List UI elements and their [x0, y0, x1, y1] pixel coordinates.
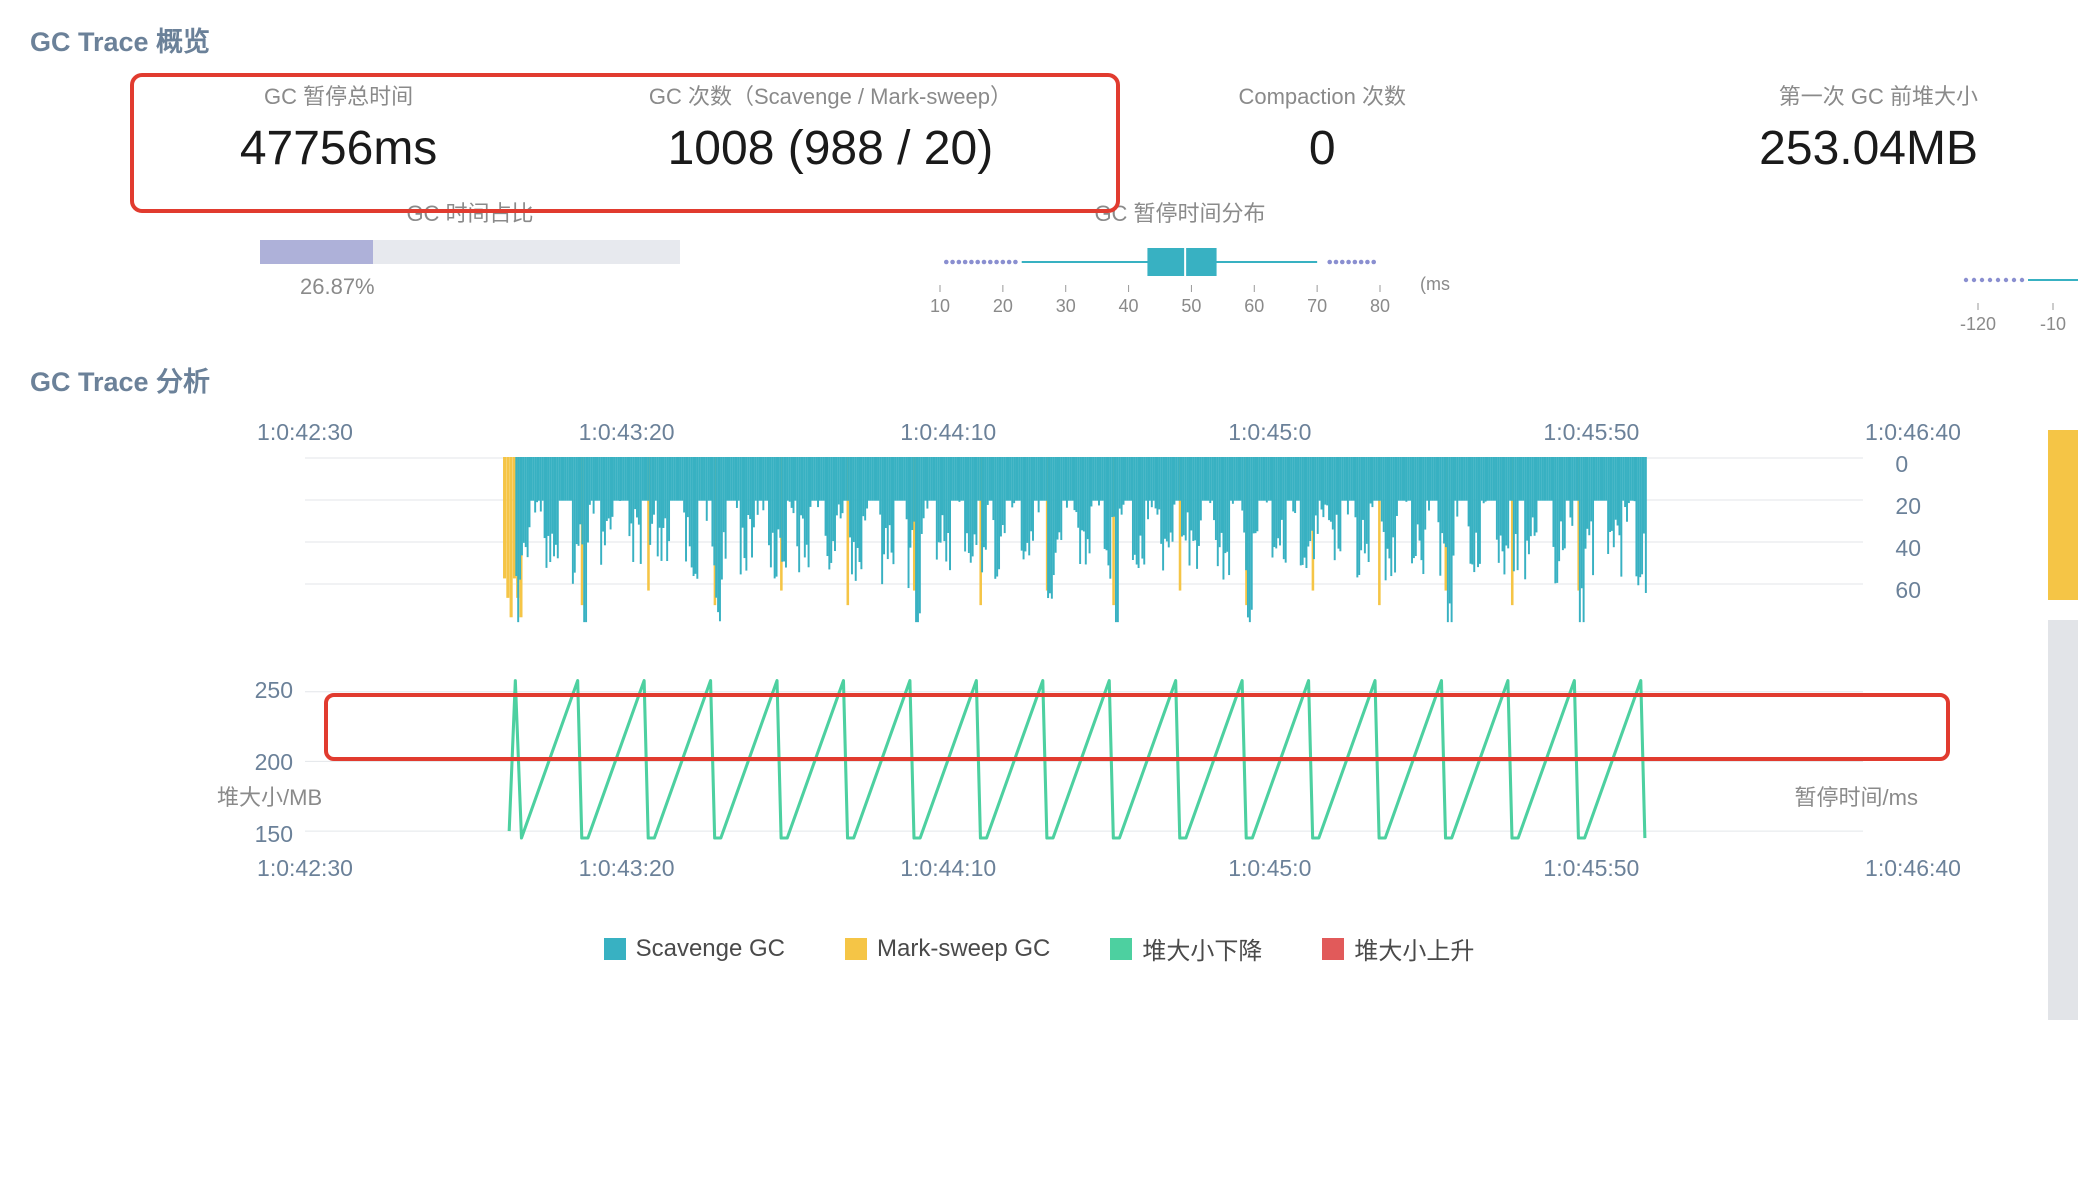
- legend-label: 堆大小下降: [1142, 931, 1262, 966]
- analysis-area: 1:0:42:30 1:0:43:20 1:0:44:10 1:0:45:0 1:0:4…: [0, 409, 2078, 966]
- pause-chart-svg: [305, 457, 1863, 627]
- legend-item-scavenge: Scavenge GC: [604, 931, 785, 966]
- progress-fill: [260, 240, 373, 264]
- metric-value: 253.04MB: [1541, 121, 1978, 176]
- legend-label: Mark-sweep GC: [877, 935, 1050, 963]
- chart-legend: Scavenge GC Mark-sweep GC 堆大小下降 堆大小上升: [155, 931, 1923, 966]
- timeline-axis-bottom: 1:0:42:301:0:43:201:0:44:101:0:45:01:0:4…: [305, 855, 1913, 893]
- svg-text:60: 60: [1244, 296, 1264, 316]
- svg-text:30: 30: [1056, 296, 1076, 316]
- timeline-tick: 1:0:43:20: [579, 855, 675, 882]
- timeline-tick: 1:0:42:30: [257, 419, 353, 446]
- swatch-icon: [604, 938, 626, 960]
- swatch-icon: [1110, 938, 1132, 960]
- legend-label: Scavenge GC: [636, 935, 785, 963]
- chart-title: GC 时间占比: [260, 196, 680, 228]
- section-analysis-title: GC Trace 分析: [0, 350, 2078, 409]
- clipped-boxplot-svg: -120 -10: [1958, 258, 2078, 348]
- gc-time-ratio-chart: GC 时间占比 26.87%: [260, 196, 680, 330]
- chart-title: GC 暂停时间分布: [910, 196, 1450, 228]
- metric-label: Compaction 次数: [1104, 79, 1541, 111]
- axis-tick: 20: [1895, 493, 1921, 535]
- timeline-tick: 1:0:45:0: [1228, 855, 1311, 882]
- svg-text:80: 80: [1370, 296, 1390, 316]
- timeline-axis-top: 1:0:42:301:0:43:201:0:44:101:0:45:01:0:4…: [305, 419, 1913, 457]
- progress-percent-label: 26.87%: [260, 274, 680, 300]
- svg-text:20: 20: [993, 296, 1013, 316]
- swatch-icon: [845, 938, 867, 960]
- metric-value: 47756ms: [120, 121, 557, 176]
- svg-text:70: 70: [1307, 296, 1327, 316]
- metric-label: GC 次数（Scavenge / Mark-sweep）: [557, 79, 1103, 111]
- section-overview-title: GC Trace 概览: [0, 0, 2078, 69]
- swatch-icon: [1322, 938, 1344, 960]
- overview-charts-row: GC 时间占比 26.87% GC 暂停时间分布 10 20 30 40 50 60 70 8…: [0, 186, 2078, 350]
- progress-bar: [260, 240, 680, 264]
- pause-chart-yaxis: 0204060: [1895, 451, 1921, 619]
- metric-value: 0: [1104, 121, 1541, 176]
- timeline-tick: 1:0:46:40: [1865, 419, 1961, 446]
- svg-text:(ms): (ms): [1420, 274, 1450, 294]
- svg-text:-120: -120: [1960, 314, 1996, 334]
- boxplot-svg: 10 20 30 40 50 60 70 80 (ms): [910, 240, 1450, 330]
- heap-axis-label: 堆大小/MB: [217, 780, 322, 812]
- pause-chart: 0204060: [305, 457, 1863, 627]
- metric-label: 第一次 GC 前堆大小: [1541, 79, 1978, 111]
- metric-pause-total: GC 暂停总时间 47756ms: [120, 79, 557, 176]
- pause-axis-label: 暂停时间/ms: [1795, 780, 1918, 812]
- timeline-tick: 1:0:45:50: [1543, 419, 1639, 446]
- heap-chart: 250200150: [305, 675, 1863, 845]
- timeline-tick: 1:0:44:10: [900, 855, 996, 882]
- timeline-tick: 1:0:42:30: [257, 855, 353, 882]
- legend-item-heap-down: 堆大小下降: [1110, 931, 1262, 966]
- metric-label: GC 暂停总时间: [120, 79, 557, 111]
- svg-text:10: 10: [930, 296, 950, 316]
- svg-text:40: 40: [1119, 296, 1139, 316]
- axis-tick: 250: [235, 677, 293, 749]
- timeline-tick: 1:0:43:20: [579, 419, 675, 446]
- legend-label: 堆大小上升: [1354, 931, 1474, 966]
- legend-item-marksweep: Mark-sweep GC: [845, 931, 1050, 966]
- metric-value: 1008 (988 / 20): [557, 121, 1103, 176]
- heap-chart-svg: [305, 675, 1863, 845]
- svg-text:-10: -10: [2040, 314, 2066, 334]
- axis-tick: 0: [1895, 451, 1921, 493]
- pause-distribution-chart: GC 暂停时间分布 10 20 30 40 50 60 70 80 (ms): [910, 196, 1450, 330]
- svg-text:50: 50: [1181, 296, 1201, 316]
- metric-gc-count: GC 次数（Scavenge / Mark-sweep） 1008 (988 /…: [557, 79, 1103, 176]
- timeline-tick: 1:0:44:10: [900, 419, 996, 446]
- metric-first-heap: 第一次 GC 前堆大小 253.04MB: [1541, 79, 1978, 176]
- legend-item-heap-up: 堆大小上升: [1322, 931, 1474, 966]
- clipped-distribution-chart: -120 -10: [1958, 258, 2078, 353]
- timeline-tick: 1:0:45:50: [1543, 855, 1639, 882]
- timeline-tick: 1:0:45:0: [1228, 419, 1311, 446]
- timeline-tick: 1:0:46:40: [1865, 855, 1961, 882]
- axis-tick: 40: [1895, 535, 1921, 577]
- metrics-row: GC 暂停总时间 47756ms GC 次数（Scavenge / Mark-s…: [0, 69, 2078, 186]
- metric-compaction: Compaction 次数 0: [1104, 79, 1541, 176]
- axis-tick: 60: [1895, 577, 1921, 619]
